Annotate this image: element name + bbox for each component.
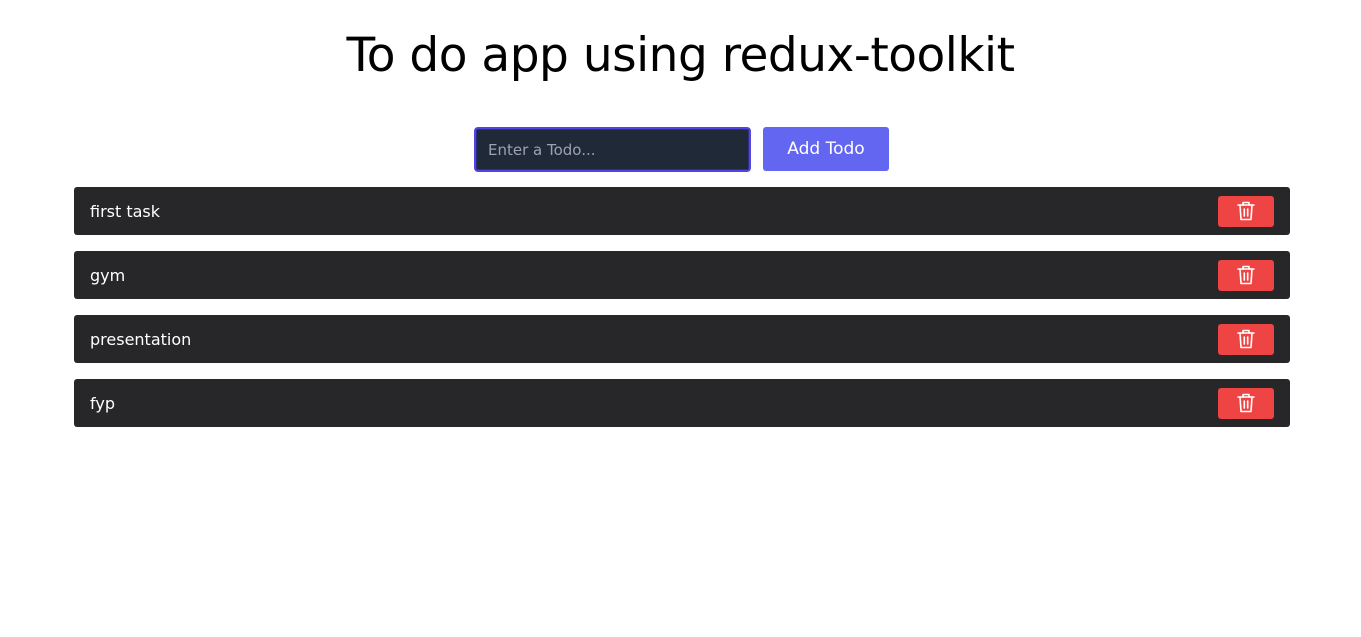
todo-list: first task gym presentation fyp	[74, 187, 1290, 443]
todo-input[interactable]	[474, 127, 751, 172]
page-title: To do app using redux-toolkit	[346, 28, 1015, 83]
trash-icon	[1236, 392, 1256, 414]
list-item: presentation	[74, 315, 1290, 363]
trash-icon	[1236, 200, 1256, 222]
trash-icon	[1236, 328, 1256, 350]
todo-text: presentation	[90, 329, 192, 349]
todo-text: first task	[90, 201, 161, 221]
list-item: first task	[74, 187, 1290, 235]
todo-text: gym	[90, 265, 126, 285]
delete-button[interactable]	[1218, 195, 1274, 227]
list-item: fyp	[74, 379, 1290, 427]
add-todo-button[interactable]: Add Todo	[763, 127, 889, 171]
todo-text: fyp	[90, 393, 115, 413]
add-todo-form: Add Todo	[474, 127, 889, 172]
list-item: gym	[74, 251, 1290, 299]
delete-button[interactable]	[1218, 323, 1274, 355]
trash-icon	[1236, 264, 1256, 286]
delete-button[interactable]	[1218, 387, 1274, 419]
todo-app: To do app using redux-toolkit Add Todo f…	[0, 0, 1361, 637]
delete-button[interactable]	[1218, 259, 1274, 291]
